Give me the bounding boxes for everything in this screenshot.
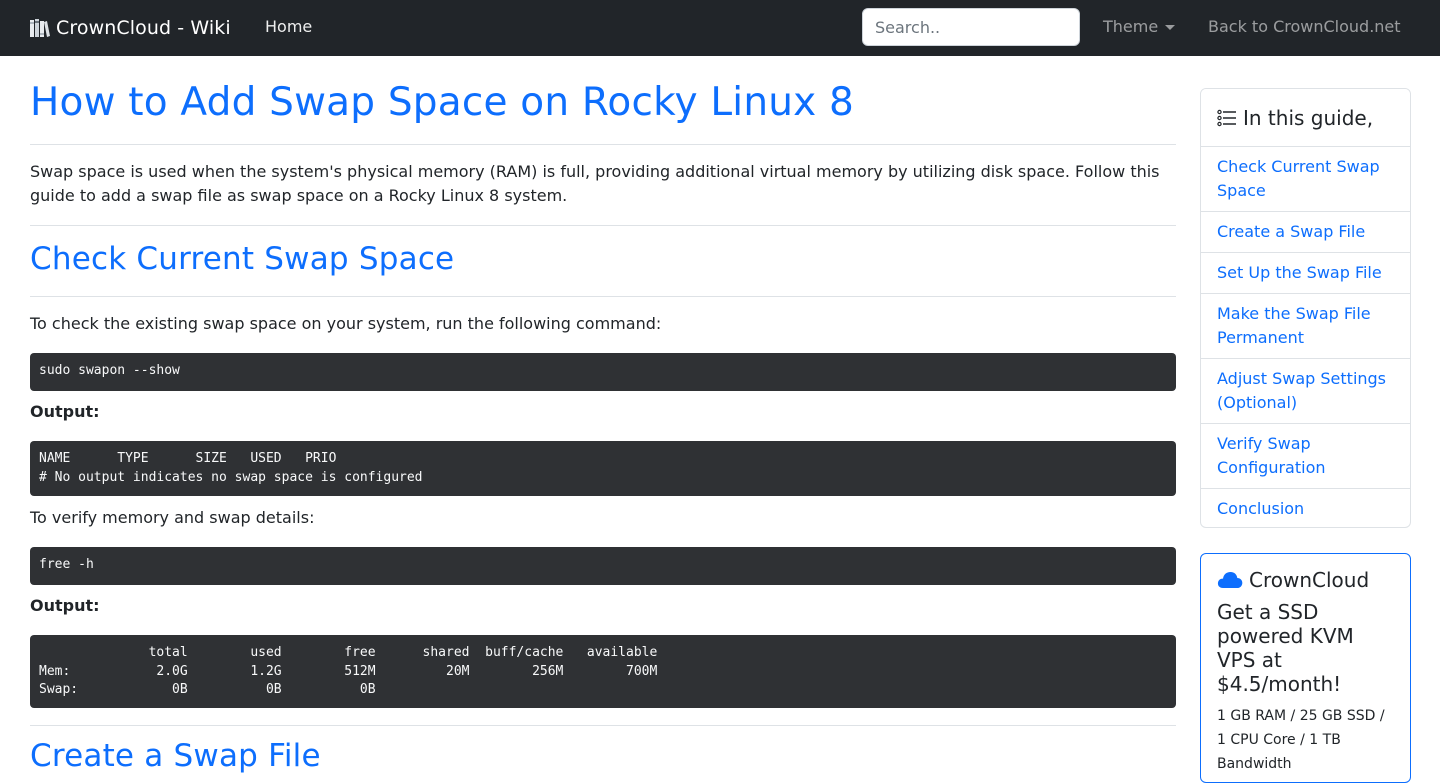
toc-item-conclusion[interactable]: Conclusion (1201, 489, 1410, 527)
books-icon (30, 19, 50, 37)
toc-card: In this guide, Check Current Swap Space … (1200, 88, 1411, 528)
toc-item-setup-swap[interactable]: Set Up the Swap File (1201, 253, 1410, 294)
chevron-down-icon (1165, 25, 1176, 30)
toc-item-permanent[interactable]: Make the Swap File Permanent (1201, 294, 1410, 359)
back-to-site-link[interactable]: Back to CrownCloud.net (1208, 17, 1401, 36)
toc-header: In this guide, (1201, 89, 1410, 147)
intro-paragraph: Swap space is used when the system's phy… (30, 162, 1160, 205)
output-label: Output: (30, 402, 100, 421)
page-title: How to Add Swap Space on Rocky Linux 8 (30, 80, 855, 125)
toc-item-adjust-settings[interactable]: Adjust Swap Settings (Optional) (1201, 359, 1410, 424)
code-block-free[interactable]: free -h (30, 547, 1176, 585)
brand-link[interactable]: CrownCloud - Wiki (29, 14, 231, 42)
paragraph: To verify memory and swap details: (30, 508, 315, 527)
toc-title: In this guide, (1243, 105, 1374, 130)
divider (30, 296, 1176, 297)
section-heading-check-swap: Check Current Swap Space (30, 241, 455, 277)
divider (30, 144, 1176, 145)
cloud-icon (1217, 572, 1243, 588)
code-block-swapon[interactable]: sudo swapon --show (30, 353, 1176, 391)
theme-dropdown[interactable]: Theme (1103, 17, 1176, 36)
promo-brand: CrownCloud (1217, 568, 1394, 592)
toc-item-create-swap[interactable]: Create a Swap File (1201, 212, 1410, 253)
promo-card[interactable]: CrownCloud Get a SSD powered KVM VPS at … (1200, 553, 1411, 783)
output-label: Output: (30, 596, 100, 615)
search-input[interactable] (862, 8, 1080, 46)
toc-item-verify[interactable]: Verify Swap Configuration (1201, 424, 1410, 489)
promo-brand-text: CrownCloud (1249, 568, 1370, 592)
promo-headline: Get a SSD powered KVM VPS at $4.5/month! (1217, 600, 1354, 696)
section-heading-create-swap: Create a Swap File (30, 738, 321, 774)
paragraph: To check the existing swap space on your… (30, 314, 662, 333)
code-block-free-output[interactable]: total used free shared buff/cache availa… (30, 635, 1176, 708)
divider (30, 725, 1176, 726)
divider (30, 225, 1176, 226)
code-block-output[interactable]: NAME TYPE SIZE USED PRIO # No output ind… (30, 441, 1176, 496)
toc-item-check-swap[interactable]: Check Current Swap Space (1201, 147, 1410, 212)
list-icon (1217, 109, 1236, 126)
theme-label: Theme (1103, 17, 1159, 36)
brand-text: CrownCloud - Wiki (56, 17, 231, 39)
nav-home-link[interactable]: Home (265, 17, 312, 36)
promo-text: 1 GB RAM / 25 GB SSD / 1 CPU Core / 1 TB… (1217, 708, 1385, 772)
top-navbar: CrownCloud - Wiki Home Theme Back to Cro… (0, 0, 1440, 56)
